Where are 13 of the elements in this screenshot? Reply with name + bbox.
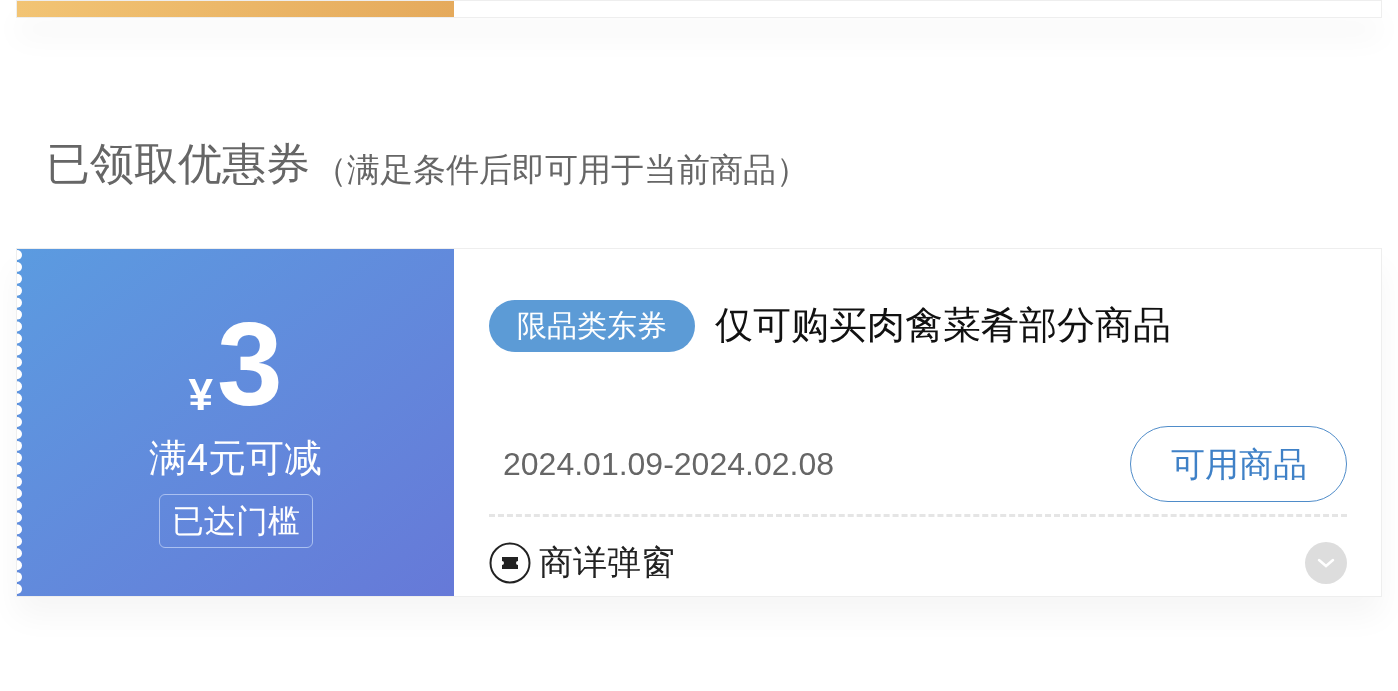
validity-period: 2024.01.09-2024.02.08 xyxy=(503,445,834,484)
chevron-down-icon xyxy=(1317,557,1335,568)
category-tag: 限品类东券 xyxy=(489,299,695,352)
threshold-badge: 已达门槛 xyxy=(158,494,313,549)
ticket-icon xyxy=(489,541,531,584)
coupon-condition: 满4元可减 xyxy=(148,435,323,481)
coupon-title: 仅可购买肉禽菜肴部分商品 xyxy=(715,303,1171,348)
footer-label: 商详弹窗 xyxy=(539,542,675,583)
section-title: 已领取优惠券 xyxy=(46,142,310,186)
currency-symbol: ¥ xyxy=(188,372,213,417)
coupon-amount: 3 xyxy=(216,304,283,423)
expand-button[interactable] xyxy=(1305,541,1347,584)
section-subtitle: （满足条件后即可用于当前商品） xyxy=(314,153,809,186)
